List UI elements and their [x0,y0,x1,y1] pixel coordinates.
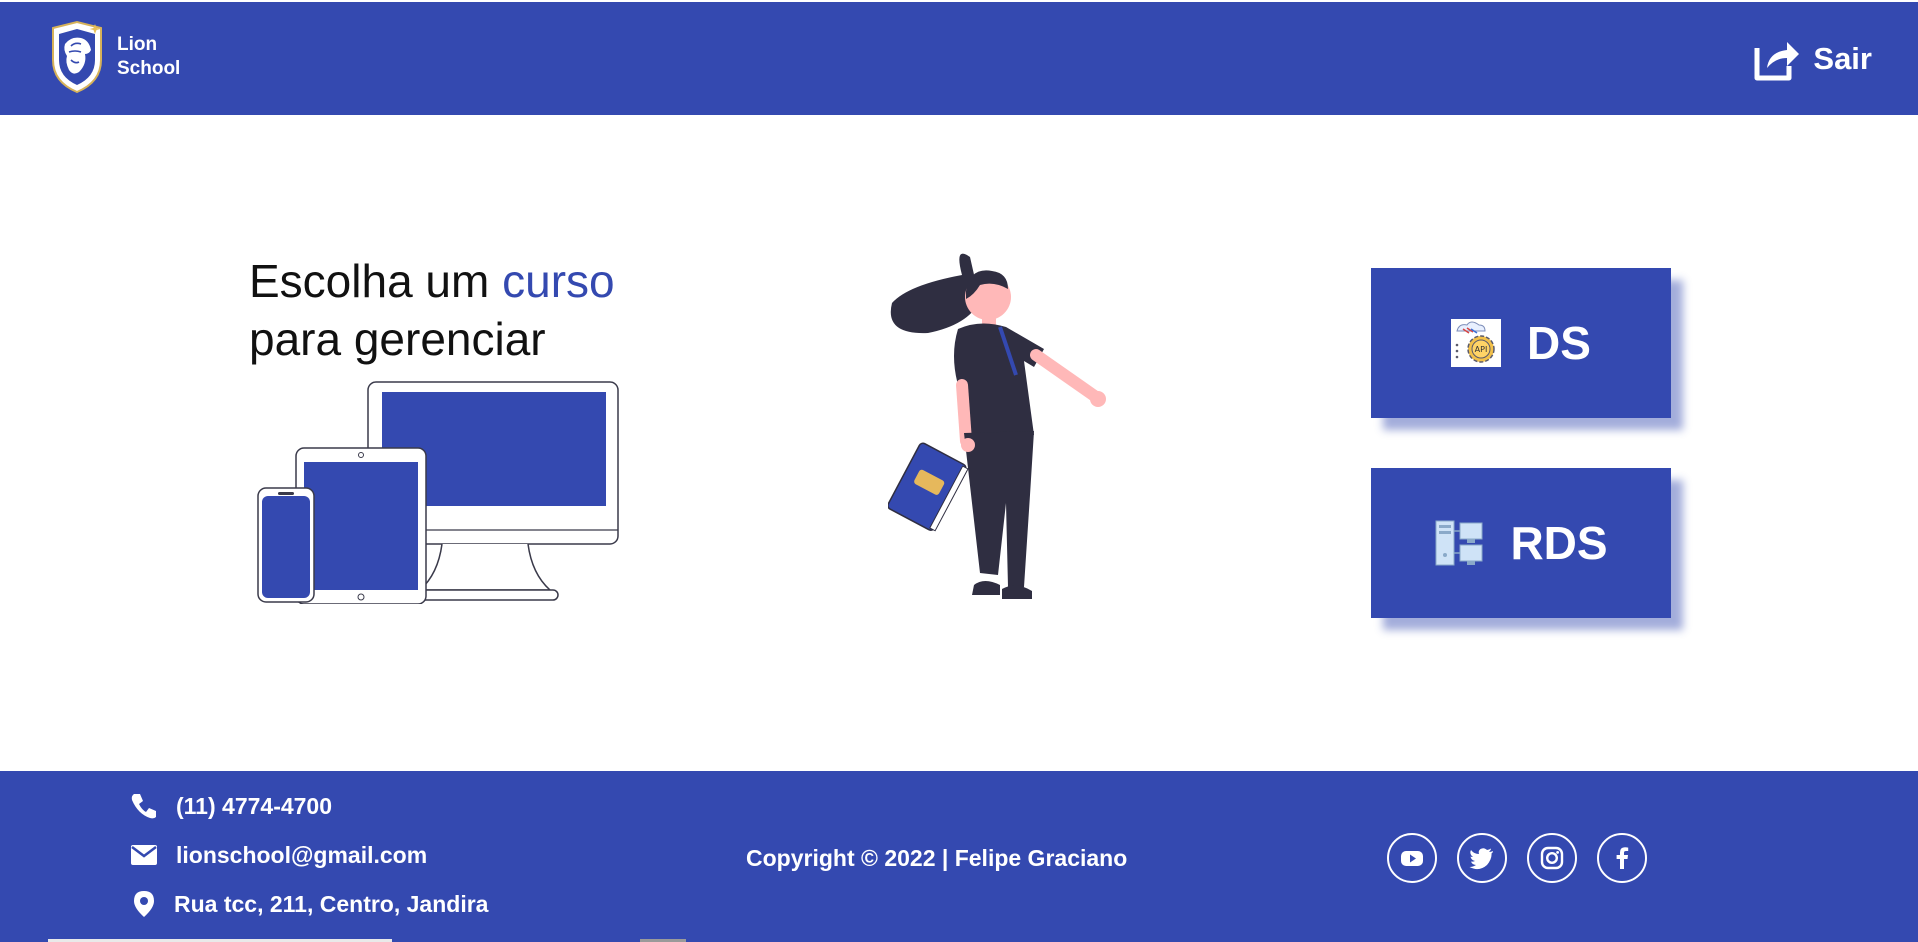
contact-email: lionschool@gmail.com [130,841,427,869]
social-links [1387,833,1647,883]
share-exit-icon [1754,42,1800,81]
course-label-rds: RDS [1510,517,1608,569]
student-illustration [888,253,1106,599]
top-header: Lion School Sair [0,2,1918,115]
headline-part-1: Escolha um [249,255,490,307]
facebook-icon [1616,847,1629,869]
brand-name: Lion School [117,33,180,81]
contact-address: Rua tcc, 211, Centro, Jandira [130,890,488,918]
server-network-icon [1435,520,1483,566]
page-headline: Escolha um curso para gerenciar [249,252,615,368]
youtube-link[interactable] [1387,833,1437,883]
devices-illustration [257,381,619,604]
twitter-link[interactable] [1457,833,1507,883]
phone-number: (11) 4774-4700 [176,792,333,819]
course-button-ds[interactable]: API DS [1371,268,1671,418]
youtube-icon [1401,851,1423,866]
headline-part-2: para gerenciar [249,313,546,365]
footer: (11) 4774-4700 lionschool@gmail.com Rua … [0,771,1918,942]
headline-accent: curso [502,255,615,307]
brand-line-1: Lion [117,34,158,55]
envelope-icon [131,845,157,865]
instagram-link[interactable] [1527,833,1577,883]
brand[interactable]: Lion School [47,20,180,94]
copyright-text: Copyright © 2022 | Felipe Graciano [746,845,1128,871]
logout-button[interactable]: Sair [1753,36,1872,82]
instagram-icon [1540,846,1564,870]
lion-logo-icon [52,20,102,94]
twitter-icon [1469,848,1493,870]
course-button-rds[interactable]: RDS [1371,468,1671,618]
course-label-ds: DS [1527,317,1591,369]
map-pin-icon [134,891,154,917]
facebook-link[interactable] [1597,833,1647,883]
street-address: Rua tcc, 211, Centro, Jandira [174,890,489,917]
api-gear-icon: API [1451,319,1502,367]
logout-label: Sair [1813,41,1872,76]
brand-line-2: School [117,58,181,79]
contact-phone: (11) 4774-4700 [130,792,332,820]
email-address: lionschool@gmail.com [176,841,428,868]
phone-icon [131,794,156,819]
svg-text:API: API [1475,345,1488,354]
